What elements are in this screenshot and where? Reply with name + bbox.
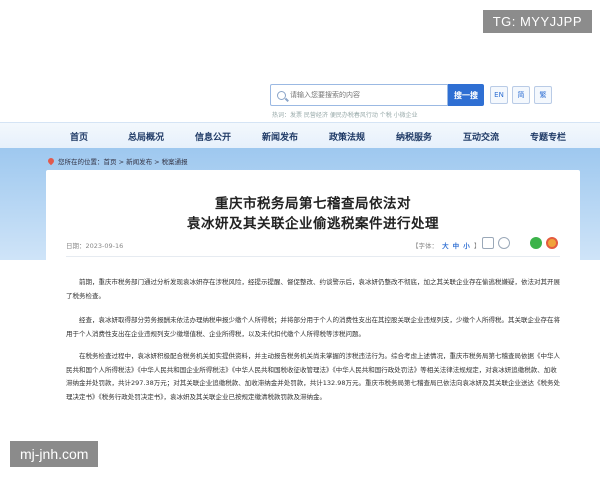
nav-item-overview[interactable]: 总局概况 — [128, 130, 164, 143]
font-size-label-end: 】 — [473, 242, 481, 250]
article-date: 日期：2023-09-16 — [66, 242, 124, 250]
search-box[interactable] — [270, 84, 448, 106]
weibo-icon[interactable] — [546, 237, 558, 249]
nav-item-special[interactable]: 专题专栏 — [530, 130, 566, 143]
font-size-large[interactable]: 大 — [442, 242, 449, 250]
print-icon[interactable] — [482, 237, 494, 249]
article-paragraph-3: 在税务检查过程中，袁冰妍积极配合税务机关如实提供资料，并主动报告税务机关尚未掌握… — [66, 352, 560, 401]
meta-divider — [66, 256, 560, 257]
font-size-medium[interactable]: 中 — [453, 242, 460, 250]
search-icon — [277, 90, 286, 100]
hot-words[interactable]: 热词：发票 民营经济 便民办税春风行动 个税 小微企业 — [272, 110, 418, 119]
nav-item-disclosure[interactable]: 信息公开 — [195, 130, 231, 143]
article-title-line-2: 袁冰妍及其关联企业偷逃税案件进行处理 — [187, 216, 439, 232]
breadcrumb[interactable]: 您所在的位置：首页 > 新闻发布 > 税案通报 — [46, 156, 188, 166]
article-title-line-1: 重庆市税务局第七稽查局依法对 — [215, 196, 411, 212]
article-card: 重庆市税务局第七稽查局依法对 袁冰妍及其关联企业偷逃税案件进行处理 日期：202… — [46, 170, 580, 438]
watermark-top: TG: MYYJJPP — [482, 10, 592, 33]
lang-simplified-button[interactable]: 简 — [512, 86, 530, 104]
lang-en-button[interactable]: EN — [490, 86, 508, 104]
main-nav: 首页 总局概况 信息公开 新闻发布 政策法规 纳税服务 互动交流 专题专栏 — [0, 122, 600, 148]
article-paragraph-2: 经查，袁冰妍取得部分劳务报酬未依法办理纳税申报少缴个人所得税；并将部分用于个人的… — [66, 316, 560, 338]
wechat-icon[interactable] — [530, 237, 542, 249]
font-size-switcher: 【字体： 大 中 小 】 — [411, 240, 481, 250]
nav-item-policy[interactable]: 政策法规 — [329, 130, 365, 143]
font-size-label: 【字体： — [412, 242, 438, 250]
search-input[interactable] — [290, 91, 440, 99]
breadcrumb-text[interactable]: 您所在的位置：首页 > 新闻发布 > 税案通报 — [58, 156, 188, 166]
watermark-bottom: mj-jnh.com — [10, 441, 99, 467]
nav-item-news[interactable]: 新闻发布 — [262, 130, 298, 143]
nav-item-service[interactable]: 纳税服务 — [396, 130, 432, 143]
share-icon[interactable] — [498, 237, 510, 249]
lang-traditional-button[interactable]: 繁 — [534, 86, 552, 104]
nav-item-home[interactable]: 首页 — [70, 130, 88, 143]
nav-item-interaction[interactable]: 互动交流 — [463, 130, 499, 143]
location-pin-icon — [46, 156, 56, 166]
font-size-small[interactable]: 小 — [463, 242, 470, 250]
search-button[interactable]: 搜一搜 — [448, 84, 484, 106]
article-paragraph-1: 前期，重庆市税务部门通过分析发现袁冰妍存在涉税风险，经提示提醒、督促整改、约谈警… — [66, 278, 560, 300]
